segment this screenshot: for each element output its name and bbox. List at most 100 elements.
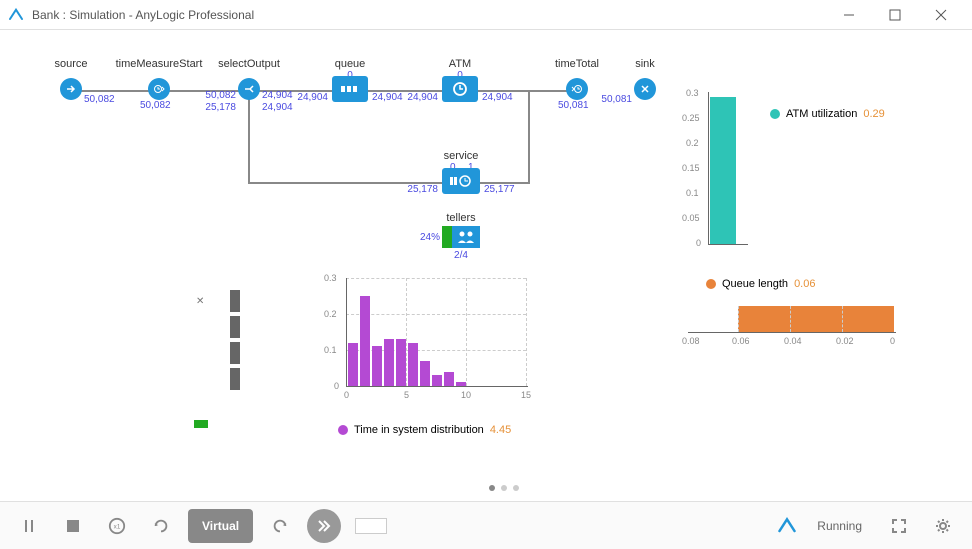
minimize-button[interactable] bbox=[826, 0, 872, 30]
realtime-x1-button[interactable]: x1 bbox=[100, 509, 134, 543]
bar bbox=[710, 97, 736, 244]
count: 24,904 bbox=[262, 90, 293, 101]
mini-bar bbox=[230, 342, 240, 364]
node-sink[interactable]: sink 50,081 bbox=[634, 78, 656, 100]
virtual-time-button[interactable]: Virtual bbox=[188, 509, 253, 543]
queue-icon bbox=[332, 76, 368, 102]
control-icon: ✕ bbox=[196, 296, 204, 307]
simulation-canvas: source 50,082 timeMeasureStart 50,082 se… bbox=[0, 30, 972, 501]
mini-indicator bbox=[194, 420, 208, 428]
node-time-measure-start[interactable]: timeMeasureStart 50,082 bbox=[148, 78, 170, 100]
progress-indicator bbox=[355, 518, 387, 534]
node-time-total[interactable]: timeTotal 50,081 bbox=[566, 78, 588, 100]
legend-value: 4.45 bbox=[490, 424, 511, 436]
bar bbox=[738, 306, 894, 332]
speed-up-button[interactable] bbox=[263, 509, 297, 543]
node-tellers[interactable]: tellers 24% 2/4 bbox=[442, 226, 480, 253]
node-atm[interactable]: ATM 0 24,904 24,904 bbox=[442, 76, 478, 103]
mini-bar bbox=[230, 290, 240, 312]
legend-dot-icon bbox=[706, 279, 716, 289]
bar bbox=[360, 296, 370, 386]
count: 2/4 bbox=[454, 250, 468, 261]
node-label: source bbox=[54, 58, 87, 70]
control-toolbar: x1 Virtual Running bbox=[0, 501, 972, 549]
anylogic-logo-icon bbox=[777, 516, 797, 536]
legend-value: 0.06 bbox=[794, 278, 815, 290]
node-label: selectOutput bbox=[218, 58, 280, 70]
flow-connector bbox=[248, 90, 250, 184]
count: 24,904 bbox=[262, 102, 293, 113]
count: 25,177 bbox=[484, 184, 515, 195]
count: 24,904 bbox=[407, 92, 438, 103]
legend-dot-icon bbox=[338, 425, 348, 435]
count: 24,904 bbox=[482, 92, 513, 103]
count: 50,082 bbox=[84, 94, 115, 105]
close-button[interactable] bbox=[918, 0, 964, 30]
count: 24,904 bbox=[297, 92, 328, 103]
node-select-output[interactable]: selectOutput 50,082 25,178 24,904 24,904 bbox=[238, 78, 260, 101]
resource-icon bbox=[452, 226, 480, 248]
bar bbox=[384, 339, 394, 386]
node-label: queue bbox=[335, 58, 366, 70]
legend-atm-utilization: ATM utilization 0.29 bbox=[770, 108, 885, 120]
fast-forward-button[interactable] bbox=[307, 509, 341, 543]
settings-button[interactable] bbox=[926, 509, 960, 543]
bar bbox=[372, 346, 382, 386]
count: 50,082 bbox=[140, 100, 171, 111]
count: 50,082 bbox=[205, 90, 236, 101]
bar bbox=[444, 372, 454, 386]
node-label: ATM bbox=[449, 58, 471, 70]
svg-text:x1: x1 bbox=[114, 523, 121, 530]
maximize-button[interactable] bbox=[872, 0, 918, 30]
legend-time-distribution: Time in system distribution 4.45 bbox=[338, 424, 511, 436]
legend-value: 0.29 bbox=[863, 108, 884, 120]
node-label: timeTotal bbox=[555, 58, 599, 70]
bar bbox=[432, 375, 442, 386]
fullscreen-button[interactable] bbox=[882, 509, 916, 543]
select-output-icon bbox=[238, 78, 260, 100]
node-label: tellers bbox=[446, 212, 475, 224]
bar bbox=[456, 382, 466, 386]
title-bar: Bank : Simulation - AnyLogic Professiona… bbox=[0, 0, 972, 30]
status-text: Running bbox=[817, 519, 862, 533]
legend-dot-icon bbox=[770, 109, 780, 119]
bar bbox=[348, 343, 358, 386]
legend-label: Queue length bbox=[722, 278, 788, 290]
node-label: service bbox=[444, 150, 479, 162]
mini-bar bbox=[230, 316, 240, 338]
page-indicator[interactable] bbox=[489, 485, 519, 491]
bar bbox=[396, 339, 406, 386]
tellers-busy-bar bbox=[442, 226, 452, 248]
stop-button[interactable] bbox=[56, 509, 90, 543]
sink-icon bbox=[634, 78, 656, 100]
legend-label: ATM utilization bbox=[786, 108, 857, 120]
node-queue[interactable]: queue 0 24,904 24,904 bbox=[332, 76, 368, 102]
mini-bar bbox=[230, 368, 240, 390]
count: 25,178 bbox=[407, 184, 438, 195]
node-label: sink bbox=[635, 58, 655, 70]
app-logo-icon bbox=[8, 7, 24, 23]
chart-time-distribution: 0.3 0.2 0.1 0 0 5 10 15 bbox=[318, 274, 528, 398]
node-label: timeMeasureStart bbox=[116, 58, 203, 70]
node-source[interactable]: source 50,082 bbox=[60, 78, 82, 100]
count: 50,081 bbox=[601, 94, 632, 105]
flow-connector bbox=[528, 90, 530, 184]
pause-button[interactable] bbox=[12, 509, 46, 543]
delay-icon bbox=[442, 76, 478, 102]
bar bbox=[408, 343, 418, 386]
count: 24,904 bbox=[372, 92, 403, 103]
legend-queue-length: Queue length 0.06 bbox=[706, 278, 815, 290]
window-title: Bank : Simulation - AnyLogic Professiona… bbox=[32, 8, 826, 22]
chart-queue-length: 0.08 0.06 0.04 0.02 0 bbox=[688, 300, 908, 360]
count: 24% bbox=[420, 232, 440, 243]
clock-start-icon bbox=[148, 78, 170, 100]
slow-down-button[interactable] bbox=[144, 509, 178, 543]
count: 25,178 bbox=[205, 102, 236, 113]
chart-atm-utilization: 0.3 0.25 0.2 0.15 0.1 0.05 0 bbox=[682, 88, 762, 252]
count: 50,081 bbox=[558, 100, 589, 111]
service-icon bbox=[442, 168, 480, 194]
clock-end-icon bbox=[566, 78, 588, 100]
bar bbox=[420, 361, 430, 386]
node-service[interactable]: service 0 1 25,178 25,177 bbox=[442, 168, 480, 195]
legend-label: Time in system distribution bbox=[354, 424, 484, 436]
